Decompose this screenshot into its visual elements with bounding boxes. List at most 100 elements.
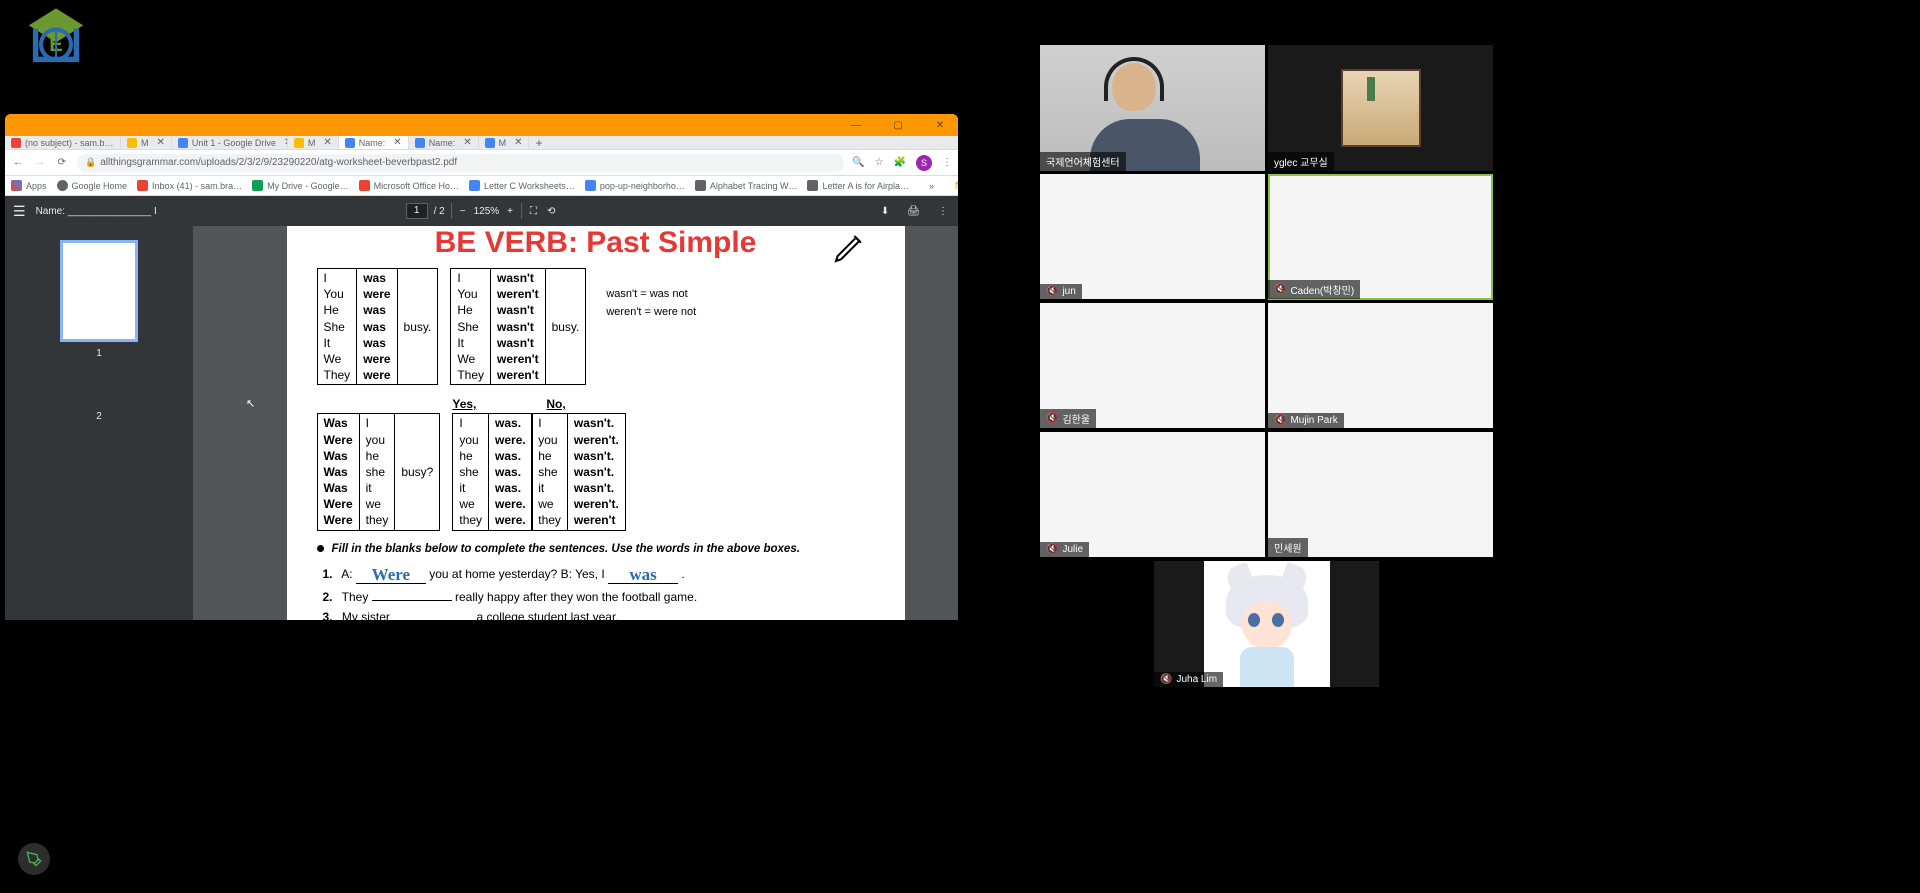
window-maximize[interactable]: ▢ [884, 120, 912, 131]
browser-tab[interactable]: Unit 1 - Google Drive✕ [172, 136, 288, 149]
zoom-out-button[interactable]: − [458, 204, 468, 219]
room-photo [1341, 69, 1421, 147]
participant-name: 김한울 [1062, 411, 1090, 426]
muted-icon: 🔇 [1046, 286, 1058, 297]
browser-tab[interactable]: M✕ [121, 136, 172, 149]
pdf-title: Name: _______________ I [36, 206, 157, 217]
browser-tab[interactable]: Name: ✕ [409, 136, 479, 149]
participant-tile[interactable]: 민세원 [1268, 432, 1493, 558]
avatar-image [1204, 561, 1330, 687]
tab-label: M [499, 138, 507, 148]
thumbnail-number: 1 [96, 348, 102, 359]
participant-name: 국제언어체험센터 [1046, 154, 1120, 169]
all-bookmarks-button[interactable]: 📁All Bookmarks [954, 180, 958, 191]
participants-grid: 국제언어체험센터 yglec 교무실 🔇jun 🔇Caden(박창민) 🔇김한울… [1040, 45, 1495, 687]
browser-tabs: (no subject) - sam.b…✕ M✕ Unit 1 - Googl… [5, 136, 958, 150]
bookmark-item[interactable]: Microsoft Office Ho… [359, 180, 459, 191]
grammar-table-yes: I you he she it we they was. were. was. … [452, 413, 532, 530]
grammar-table-negative: I You He She It We They wasn't weren't w… [450, 268, 586, 385]
pdf-page: BE VERB: Past Simple I You He She It We … [287, 226, 905, 620]
participant-name: 민세원 [1274, 540, 1302, 555]
bookmarks-bar: Apps Google Home Inbox (41) - sam.bra… M… [5, 176, 958, 196]
question-2: 2. They really happy after they won the … [323, 590, 875, 604]
page-number-input[interactable]: 1 [406, 203, 428, 219]
tab-label: M [308, 138, 316, 148]
zoom-level: 125% [474, 206, 500, 217]
bookmark-item[interactable]: Letter A is for Airpla… [807, 180, 909, 191]
muted-icon: 🔇 [1274, 284, 1286, 295]
participant-name: Mujin Park [1290, 415, 1337, 426]
more-icon[interactable]: ⋮ [936, 204, 950, 219]
participant-tile[interactable]: yglec 교무실 [1268, 45, 1493, 171]
participant-name: jun [1062, 286, 1075, 297]
browser-address-bar: ← → ⟳ 🔒 allthingsgrammar.com/uploads/2/3… [5, 150, 958, 176]
lock-icon: 🔒 [85, 157, 96, 168]
participant-tile[interactable]: 🔇 jun [1040, 174, 1265, 300]
bookmark-item[interactable]: pop-up-neighborho… [585, 180, 685, 191]
kebab-menu-icon[interactable]: ⋮ [942, 157, 952, 168]
grammar-table-positive: I You He She It We They was were was was… [317, 268, 439, 385]
bookmark-item[interactable]: Inbox (41) - sam.bra… [137, 180, 242, 191]
close-icon[interactable]: ✕ [393, 137, 401, 148]
window-minimize[interactable]: — [842, 120, 870, 131]
bookmark-item[interactable]: My Drive - Google… [252, 180, 349, 191]
tab-label: (no subject) - sam.b… [25, 138, 114, 148]
pdf-viewer-body: 1 2 BE VERB: Past Simple I You He She It… [5, 226, 958, 620]
sidebar-toggle-icon[interactable]: ☰ [13, 203, 26, 220]
print-icon[interactable]: 🖨 [905, 204, 922, 219]
tab-label: Unit 1 - Google Drive [192, 138, 276, 148]
participant-tile[interactable]: 🔇 Julie [1040, 432, 1265, 558]
close-icon[interactable]: ✕ [514, 137, 522, 148]
participant-tile[interactable]: 🔇Mujin Park [1268, 303, 1493, 429]
app-logo: E [22, 5, 90, 73]
pdf-page-area[interactable]: BE VERB: Past Simple I You He She It We … [193, 226, 958, 620]
shared-screen-browser: — ▢ ✕ (no subject) - sam.b…✕ M✕ Unit 1 -… [5, 114, 958, 620]
profile-avatar[interactable]: S [916, 155, 932, 171]
forward-button[interactable]: → [33, 157, 47, 168]
page-total: / 2 [434, 206, 445, 217]
tab-label: Name: [429, 138, 456, 148]
participant-name: Julie [1062, 544, 1083, 555]
page-thumbnail[interactable] [60, 240, 138, 342]
browser-tab-active[interactable]: Name: ✕ [339, 136, 409, 149]
zoom-icon[interactable]: 🔍 [852, 157, 864, 168]
thumbnail-panel: 1 2 [5, 226, 193, 620]
pdf-toolbar: ☰ Name: _______________ I 1 / 2 − 125% +… [5, 196, 958, 226]
extensions-icon[interactable]: 🧩 [894, 157, 906, 168]
close-icon[interactable]: ✕ [463, 137, 471, 148]
browser-tab[interactable]: M✕ [479, 136, 530, 149]
url-input[interactable]: 🔒 allthingsgrammar.com/uploads/2/3/2/9/2… [77, 154, 844, 172]
participant-tile[interactable]: 🔇Juha Lim [1154, 561, 1379, 687]
window-close[interactable]: ✕ [926, 120, 954, 131]
muted-icon: 🔇 [1160, 674, 1172, 685]
contraction-note: wasn't = was not weren't = were not [606, 286, 696, 321]
bookmark-item[interactable]: Google Home [57, 180, 128, 191]
bookmarks-overflow[interactable]: » [929, 181, 934, 191]
browser-tab[interactable]: (no subject) - sam.b…✕ [5, 136, 121, 149]
question-1: 1. A: Were you at home yesterday? B: Yes… [323, 563, 875, 584]
bookmark-item[interactable]: Alphabet Tracing W… [695, 180, 798, 191]
participant-tile[interactable]: 🔇김한울 [1040, 303, 1265, 429]
close-icon[interactable]: ✕ [157, 137, 165, 148]
back-button[interactable]: ← [11, 157, 25, 168]
grammar-table-no: I you he she it we they wasn't. weren't.… [531, 413, 626, 530]
reload-button[interactable]: ⟳ [55, 157, 69, 168]
browser-tab[interactable]: M✕ [288, 136, 339, 149]
bookmark-item[interactable]: Letter C Worksheets… [469, 180, 575, 191]
participant-tile[interactable]: 국제언어체험센터 [1040, 45, 1265, 171]
muted-icon: 🔇 [1046, 544, 1058, 555]
zoom-in-button[interactable]: + [505, 204, 515, 219]
new-tab-button[interactable]: + [529, 136, 548, 150]
download-icon[interactable]: ⬇ [879, 204, 891, 219]
participant-tile-active-speaker[interactable]: 🔇Caden(박창민) [1268, 174, 1493, 300]
tab-label: M [141, 138, 149, 148]
apps-button[interactable]: Apps [11, 180, 47, 191]
fit-page-icon[interactable]: ⛶ [528, 204, 539, 219]
close-icon[interactable]: ✕ [323, 137, 331, 148]
rotate-icon[interactable]: ⟲ [545, 204, 557, 219]
bookmark-star-icon[interactable]: ☆ [875, 157, 884, 168]
thumbnail-number: 2 [96, 411, 102, 422]
edit-annotate-button[interactable] [18, 843, 50, 875]
tab-label: Name: [359, 138, 386, 148]
grammar-table-question: Was Were Was Was Was Were Were I you he … [317, 413, 441, 530]
